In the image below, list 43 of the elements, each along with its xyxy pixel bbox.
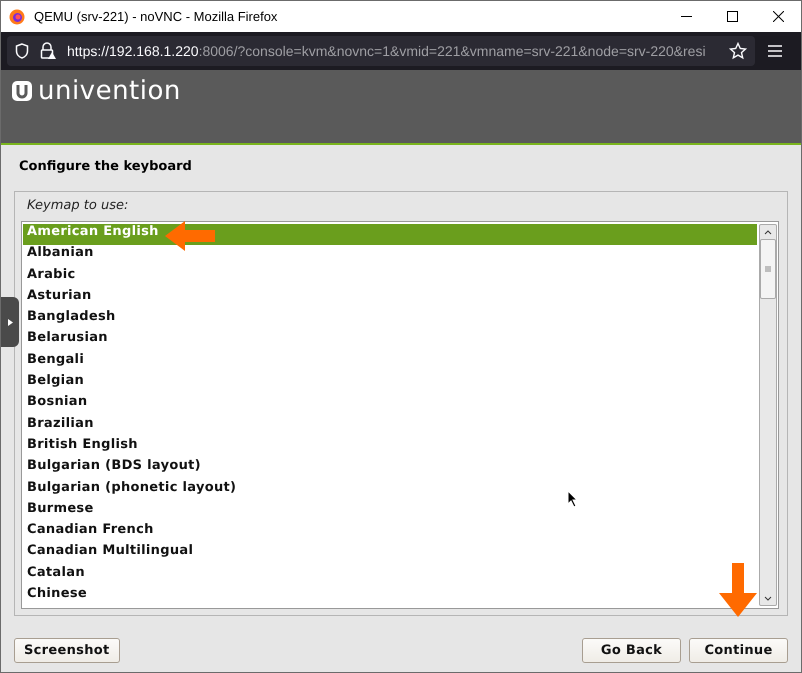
page-heading: Configure the keyboard [19, 159, 193, 176]
list-item[interactable]: Bangladesh [23, 309, 757, 330]
list-item[interactable]: Chinese [23, 586, 757, 608]
list-item[interactable]: Brazilian [23, 416, 757, 437]
address-bar[interactable]: https://192.168.1.220:8006/?console=kvm&novnc=1&vmid=221&vmname=srv-221&node=srv-220&resi [7, 36, 755, 66]
arrow-left-icon [163, 219, 217, 253]
list-label: Keymap to use: [27, 198, 130, 213]
dialog-button[interactable]: Continue [689, 638, 788, 663]
list-item[interactable]: Bulgarian (BDS layout) [23, 458, 757, 480]
list-item[interactable]: Bulgarian (phonetic layout) [23, 480, 757, 501]
brand-name: univention [38, 80, 181, 102]
dialog-button[interactable]: Go Back [582, 638, 681, 663]
mouse-pointer-icon [567, 490, 578, 507]
close-icon[interactable] [772, 11, 784, 22]
arrow-down-icon [717, 561, 759, 619]
minimize-icon[interactable] [680, 16, 692, 18]
window-title: QEMU (srv-221) - noVNC - Mozilla Firefox [34, 9, 278, 24]
list-item[interactable]: Asturian [23, 288, 757, 310]
dialog-button[interactable]: Screenshot [14, 638, 120, 663]
lock-warning-icon[interactable] [39, 42, 57, 60]
browser-logo-icon [9, 8, 25, 24]
scrollbar[interactable] [759, 224, 777, 606]
list-item[interactable]: Belarusian [23, 330, 757, 352]
list-item[interactable]: Albanian [23, 245, 757, 267]
list-item[interactable]: Canadian French [23, 522, 757, 544]
list-item[interactable]: Burmese [23, 500, 757, 522]
list-item[interactable]: Bengali [23, 352, 757, 374]
menu-icon[interactable] [768, 45, 782, 57]
maximize-icon[interactable] [726, 11, 738, 22]
side-panel-handle[interactable] [1, 297, 19, 347]
list-item[interactable]: Catalan [23, 564, 757, 586]
list-item[interactable]: British English [23, 436, 757, 458]
shield-icon[interactable] [15, 43, 29, 59]
star-icon[interactable] [729, 42, 747, 60]
scroll-up-icon[interactable] [764, 230, 772, 234]
expand-icon[interactable] [8, 318, 12, 326]
list-item[interactable]: Canadian Multilingual [23, 543, 757, 565]
list-item[interactable]: Bosnian [23, 394, 757, 416]
brand-logo-icon [11, 80, 33, 102]
list-item[interactable]: Arabic [23, 266, 757, 288]
scroll-down-icon[interactable] [764, 596, 772, 600]
scroll-thumb[interactable] [760, 239, 776, 299]
list-item[interactable]: Belgian [23, 373, 757, 394]
